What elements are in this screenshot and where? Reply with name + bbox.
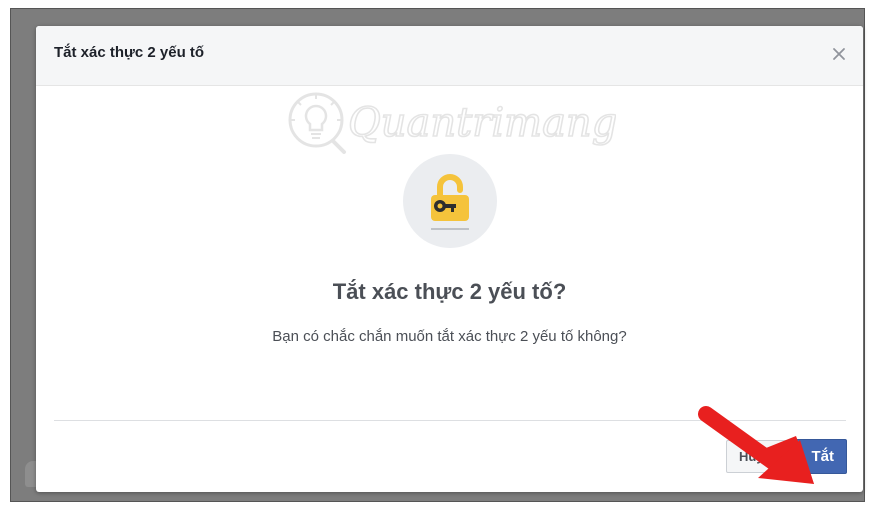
svg-text:Quantrimang: Quantrimang — [348, 100, 616, 146]
lock-key-icon — [431, 174, 469, 230]
close-icon[interactable] — [829, 44, 849, 64]
dialog-header: Tắt xác thực 2 yếu tố — [36, 26, 863, 86]
dialog-heading: Tắt xác thực 2 yếu tố? — [332, 279, 567, 304]
confirm-disable-button[interactable]: Tắt — [792, 439, 847, 474]
dialog-title: Tắt xác thực 2 yếu tố — [54, 44, 205, 61]
disable-2fa-dialog: Tắt xác thực 2 yếu tố Quantrimang Tắt xá… — [36, 26, 863, 492]
footer-divider — [54, 420, 846, 421]
cancel-button[interactable]: Hủy — [726, 440, 788, 473]
dialog-message: Bạn có chắc chắn muốn tắt xác thực 2 yếu… — [272, 328, 627, 345]
